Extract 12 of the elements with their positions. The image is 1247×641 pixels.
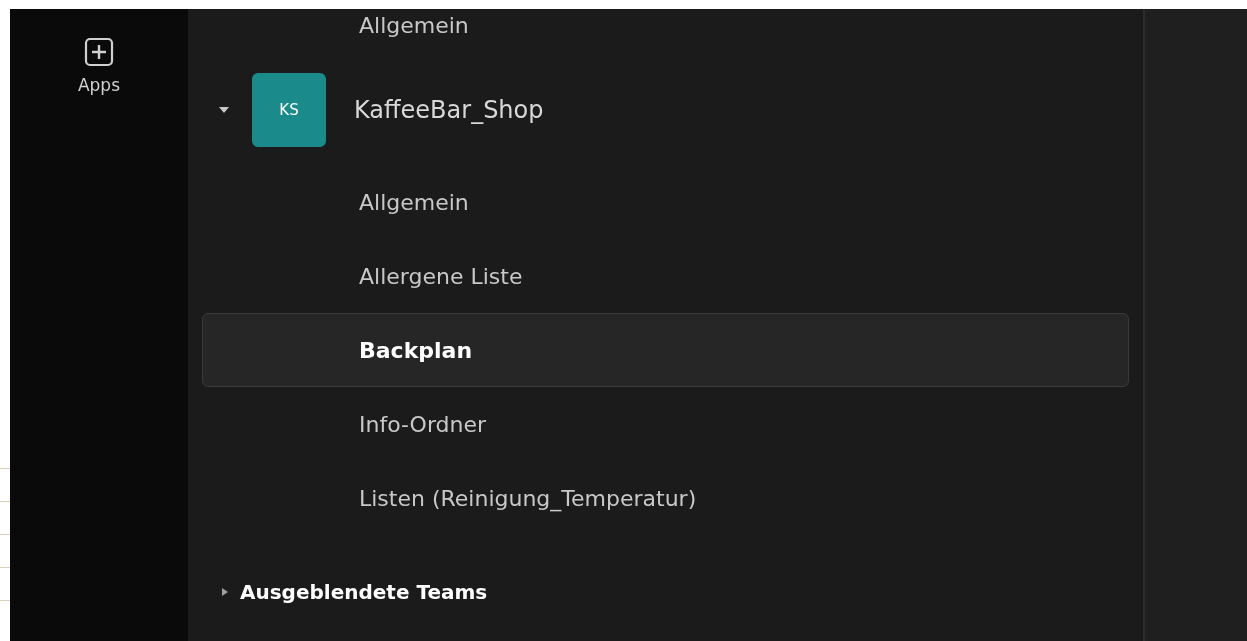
add-icon [84, 37, 114, 67]
channel-item[interactable]: Listen (Reinigung_Temperatur) [202, 461, 1129, 535]
team-avatar: KS [252, 73, 326, 147]
channel-item[interactable]: Allgemein [202, 165, 1129, 239]
apps-button[interactable]: Apps [77, 37, 121, 99]
team-name[interactable]: KaffeeBar_Shop [354, 92, 544, 128]
channel-item[interactable]: Allergene Liste [202, 239, 1129, 313]
hidden-teams-toggle[interactable]: Ausgeblendete Teams [188, 557, 1143, 627]
channel-item[interactable]: Info-Ordner [202, 387, 1129, 461]
channel-item[interactable]: Backplan [202, 313, 1129, 387]
caret-icon[interactable] [218, 105, 230, 115]
channel-item[interactable]: Allgemein [202, 9, 470, 62]
